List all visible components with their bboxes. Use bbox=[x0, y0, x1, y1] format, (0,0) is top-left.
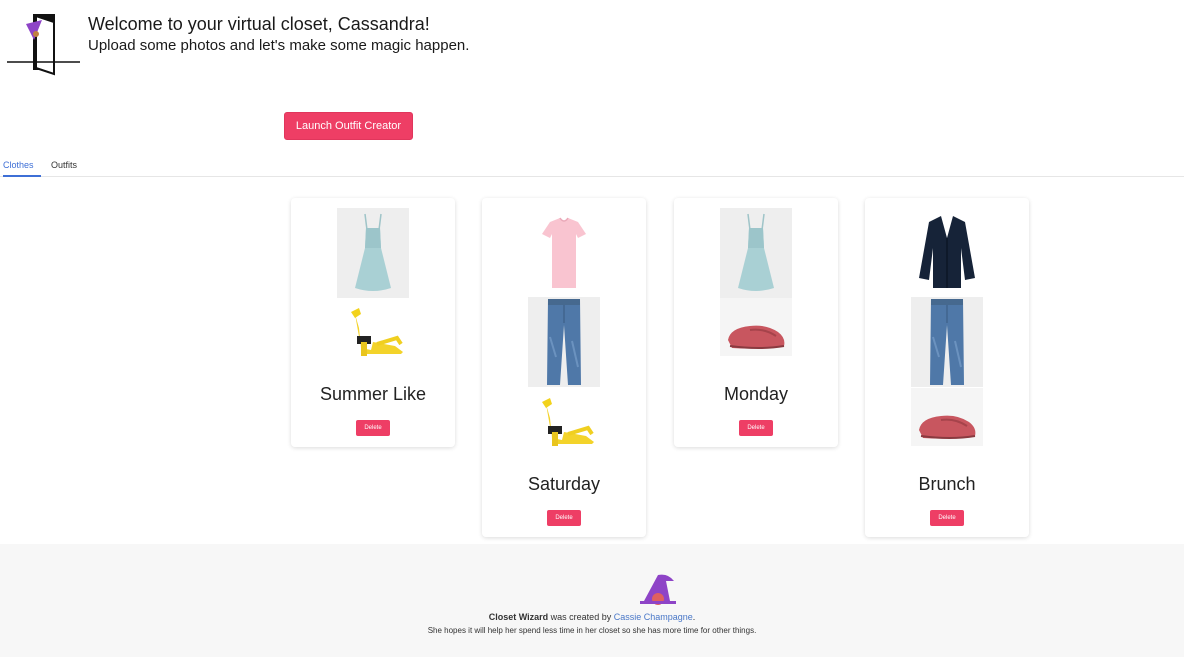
credit-text: was created by bbox=[548, 612, 614, 622]
outfit-name: Saturday bbox=[527, 474, 601, 494]
welcome-title: Welcome to your virtual closet, Cassandr… bbox=[88, 14, 430, 34]
tab-bar: Clothes Outfits bbox=[0, 156, 1184, 177]
flats-image bbox=[720, 298, 792, 356]
welcome-subtitle: Upload some photos and let's make some m… bbox=[88, 37, 470, 54]
dress-image bbox=[720, 208, 792, 298]
launch-outfit-creator-button[interactable]: Launch Outfit Creator bbox=[284, 112, 413, 140]
cardigan-image bbox=[918, 215, 976, 289]
outfit-card: Brunch Delete bbox=[865, 198, 1029, 537]
outfit-card: Summer Like Delete bbox=[291, 198, 455, 447]
credit-period: . bbox=[692, 612, 696, 622]
flats-image bbox=[911, 388, 983, 446]
app-name: Closet Wizard bbox=[488, 612, 549, 622]
tab-outfits[interactable]: Outfits bbox=[51, 160, 77, 175]
delete-button[interactable]: Delete bbox=[739, 420, 773, 436]
header: Welcome to your virtual closet, Cassandr… bbox=[0, 0, 1184, 90]
delete-button[interactable]: Delete bbox=[930, 510, 964, 526]
outfit-name: Monday bbox=[723, 384, 789, 404]
outfit-name: Brunch bbox=[918, 474, 976, 494]
jeans-image bbox=[528, 297, 600, 387]
jeans-image bbox=[911, 297, 983, 387]
footer-tagline: She hopes it will help her spend less ti… bbox=[427, 626, 757, 635]
author-link[interactable]: Cassie Champagne bbox=[614, 612, 693, 622]
delete-button[interactable]: Delete bbox=[547, 510, 581, 526]
sandals-image bbox=[349, 306, 405, 358]
wizard-hat-icon bbox=[640, 574, 676, 605]
sandals-image bbox=[540, 396, 596, 448]
closet-logo-icon bbox=[7, 14, 80, 76]
delete-button[interactable]: Delete bbox=[356, 420, 390, 436]
outfit-card: Saturday Delete bbox=[482, 198, 646, 537]
dress-image bbox=[337, 208, 409, 298]
footer-credit: Closet Wizard was created by Cassie Cham… bbox=[0, 612, 1184, 622]
tab-clothes[interactable]: Clothes bbox=[3, 160, 41, 177]
footer: Closet Wizard was created by Cassie Cham… bbox=[0, 544, 1184, 657]
outfit-card: Monday Delete bbox=[674, 198, 838, 447]
t-shirt-image bbox=[541, 217, 587, 289]
outfit-name: Summer Like bbox=[319, 384, 427, 404]
